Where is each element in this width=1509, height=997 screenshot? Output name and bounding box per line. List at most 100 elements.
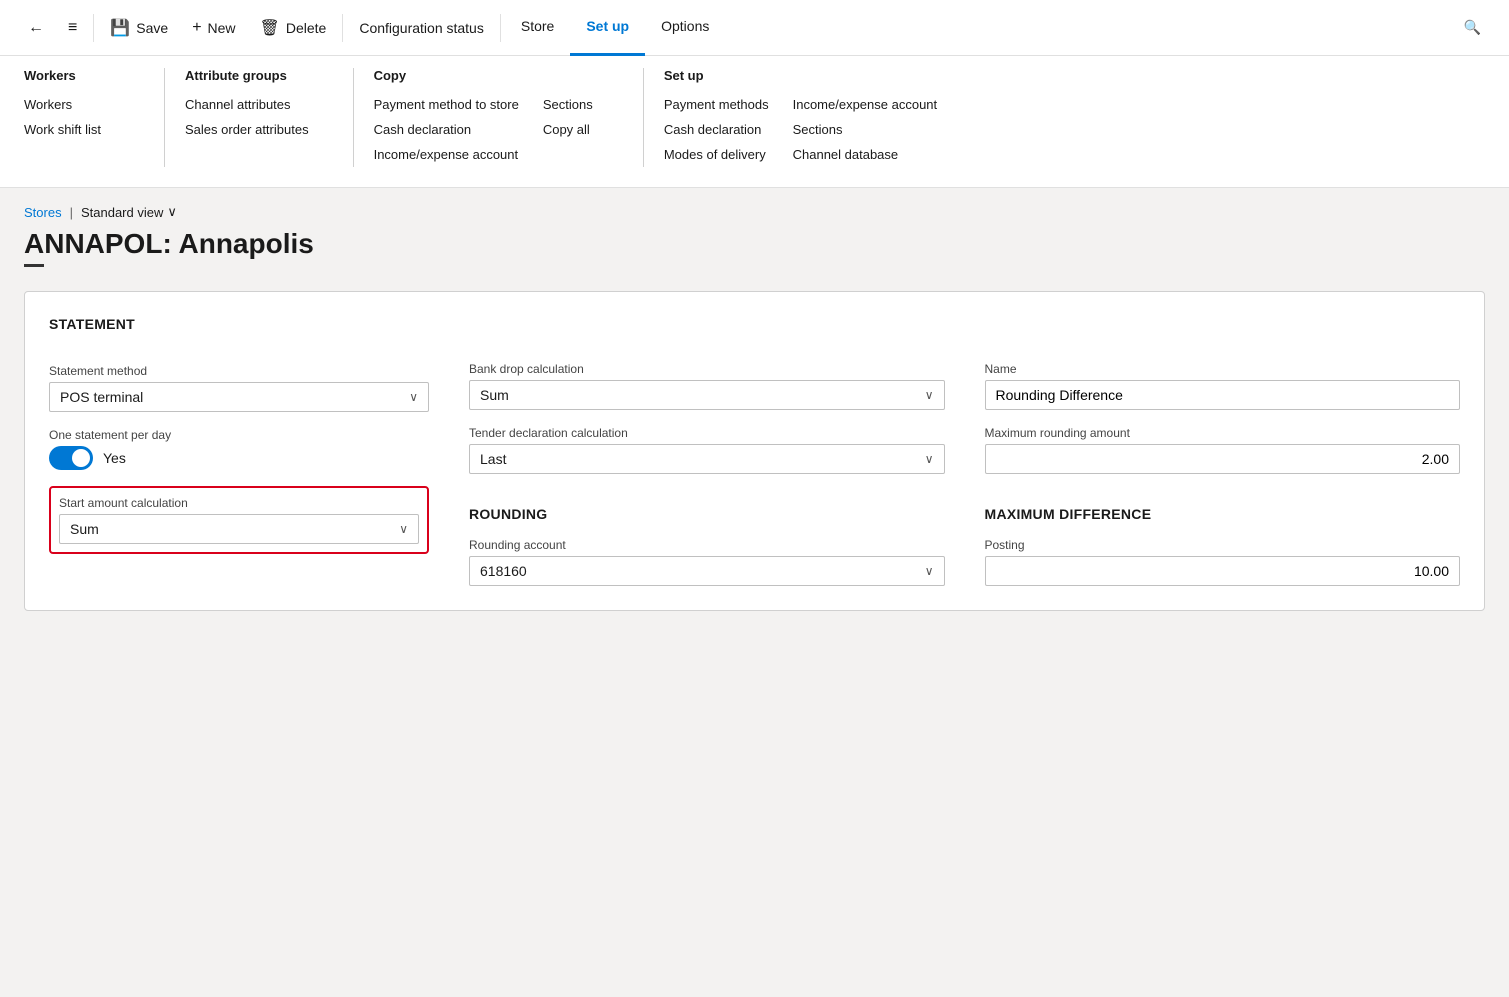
- divider-2: [342, 14, 343, 42]
- menu-item-work-shift-list[interactable]: Work shift list: [24, 118, 120, 143]
- field-bank-drop: Bank drop calculation Sum ∨: [469, 362, 945, 410]
- save-button[interactable]: 💾 Save: [98, 12, 180, 44]
- toggle-row: Yes: [49, 446, 429, 470]
- new-label: New: [208, 20, 236, 36]
- tender-decl-value: Last: [480, 451, 506, 467]
- save-label: Save: [136, 20, 168, 36]
- back-button[interactable]: ←: [16, 13, 56, 43]
- standard-view-label: Standard view: [81, 205, 163, 220]
- form-col-1: STATEMENT Statement method POS terminal …: [49, 316, 429, 586]
- menu-item-sections-copy[interactable]: Sections: [543, 93, 599, 118]
- menu-item-channel-database[interactable]: Channel database: [793, 143, 938, 168]
- menu-item-income-expense[interactable]: Income/expense account: [793, 93, 938, 118]
- field-max-rounding: Maximum rounding amount: [985, 426, 1461, 474]
- menu-item-sales-order-attributes[interactable]: Sales order attributes: [185, 118, 309, 143]
- menu-group-title-attribute: Attribute groups: [185, 68, 309, 83]
- new-button[interactable]: + New: [180, 13, 247, 43]
- posting-label: Posting: [985, 538, 1461, 552]
- menu-item-sections[interactable]: Sections: [793, 118, 938, 143]
- menu-sep-2: [353, 68, 354, 167]
- spacer-col2: [469, 316, 945, 346]
- field-start-amount: Start amount calculation Sum ∨: [59, 496, 419, 544]
- tab-store[interactable]: Store: [505, 0, 570, 56]
- breadcrumb-area: Stores | Standard view ∨ ANNAPOL: Annapo…: [0, 188, 1509, 275]
- tab-options[interactable]: Options: [645, 0, 725, 56]
- bank-drop-select[interactable]: Sum ∨: [469, 380, 945, 410]
- toggle-yes-label: Yes: [103, 450, 126, 466]
- statement-section-title: STATEMENT: [49, 316, 429, 332]
- delete-label: Delete: [286, 20, 326, 36]
- tender-decl-chevron: ∨: [925, 452, 934, 466]
- field-statement-method: Statement method POS terminal ∨: [49, 364, 429, 412]
- menu-item-channel-attributes[interactable]: Channel attributes: [185, 93, 309, 118]
- menu-item-workers[interactable]: Workers: [24, 93, 120, 118]
- menu-group-setup-extra: _ Income/expense account Sections Channe…: [793, 68, 962, 167]
- delete-button[interactable]: 🗑 Delete: [248, 12, 339, 44]
- start-amount-value: Sum: [70, 521, 99, 537]
- save-icon: 💾: [110, 18, 130, 38]
- menu-item-modes-delivery[interactable]: Modes of delivery: [664, 143, 769, 168]
- menu-panel: Workers Workers Work shift list Attribut…: [0, 56, 1509, 188]
- name-input[interactable]: [985, 380, 1461, 410]
- tab-setup-label: Set up: [586, 18, 629, 34]
- one-statement-toggle[interactable]: [49, 446, 93, 470]
- statement-method-label: Statement method: [49, 364, 429, 378]
- form-col-3: Name Maximum rounding amount MAXIMUM DIF…: [985, 316, 1461, 586]
- rounding-section-title: ROUNDING: [469, 506, 945, 522]
- breadcrumb: Stores | Standard view ∨: [24, 204, 1485, 220]
- menu-item-cash-declaration-copy[interactable]: Cash declaration: [374, 118, 519, 143]
- search-button[interactable]: 🔍: [1452, 13, 1493, 42]
- statement-card: STATEMENT Statement method POS terminal …: [24, 291, 1485, 611]
- tender-decl-label: Tender declaration calculation: [469, 426, 945, 440]
- field-name: Name: [985, 362, 1461, 410]
- rounding-account-chevron: ∨: [925, 564, 934, 578]
- menu-sep-3: [643, 68, 644, 167]
- max-difference-title: MAXIMUM DIFFERENCE: [985, 506, 1461, 522]
- tab-store-label: Store: [521, 18, 554, 34]
- name-label: Name: [985, 362, 1461, 376]
- search-icon: 🔍: [1464, 19, 1481, 36]
- tab-setup[interactable]: Set up: [570, 0, 645, 56]
- menu-item-copy-all[interactable]: Copy all: [543, 118, 599, 143]
- statement-method-value: POS terminal: [60, 389, 143, 405]
- bank-drop-label: Bank drop calculation: [469, 362, 945, 376]
- menu-group-title-workers: Workers: [24, 68, 120, 83]
- rounding-account-select[interactable]: 618160 ∨: [469, 556, 945, 586]
- field-rounding-account: Rounding account 618160 ∨: [469, 538, 945, 586]
- config-status-button[interactable]: Configuration status: [347, 14, 496, 42]
- max-rounding-input[interactable]: [985, 444, 1461, 474]
- divider-3: [500, 14, 501, 42]
- bank-drop-value: Sum: [480, 387, 509, 403]
- standard-view-dropdown[interactable]: Standard view ∨: [81, 204, 177, 220]
- start-amount-select[interactable]: Sum ∨: [59, 514, 419, 544]
- menu-group-title-copy: Copy: [374, 68, 519, 83]
- statement-method-chevron: ∨: [409, 390, 418, 404]
- menu-item-cash-declaration[interactable]: Cash declaration: [664, 118, 769, 143]
- breadcrumb-separator: |: [70, 205, 73, 220]
- tender-decl-select[interactable]: Last ∨: [469, 444, 945, 474]
- title-underline: [24, 264, 44, 267]
- page-title: ANNAPOL: Annapolis: [24, 228, 1485, 260]
- breadcrumb-stores-link[interactable]: Stores: [24, 205, 62, 220]
- delete-icon: 🗑: [260, 18, 280, 38]
- menu-item-payment-method[interactable]: Payment method to store: [374, 93, 519, 118]
- start-amount-chevron: ∨: [399, 522, 408, 536]
- rounding-account-value: 618160: [480, 563, 527, 579]
- one-statement-label: One statement per day: [49, 428, 429, 442]
- menu-button[interactable]: ≡: [56, 13, 89, 43]
- field-tender-decl: Tender declaration calculation Last ∨: [469, 426, 945, 474]
- statement-method-select[interactable]: POS terminal ∨: [49, 382, 429, 412]
- menu-item-income-expense-copy[interactable]: Income/expense account: [374, 143, 519, 168]
- max-rounding-label: Maximum rounding amount: [985, 426, 1461, 440]
- divider-1: [93, 14, 94, 42]
- chevron-down-icon: ∨: [167, 204, 177, 220]
- spacer-col3: [985, 316, 1461, 346]
- field-one-statement: One statement per day Yes: [49, 428, 429, 470]
- tab-options-label: Options: [661, 18, 709, 34]
- rounding-account-label: Rounding account: [469, 538, 945, 552]
- posting-input[interactable]: [985, 556, 1461, 586]
- menu-item-payment-methods[interactable]: Payment methods: [664, 93, 769, 118]
- max-difference-section: MAXIMUM DIFFERENCE Posting: [985, 506, 1461, 586]
- form-col-2: Bank drop calculation Sum ∨ Tender decla…: [469, 316, 945, 586]
- menu-sep-1: [164, 68, 165, 167]
